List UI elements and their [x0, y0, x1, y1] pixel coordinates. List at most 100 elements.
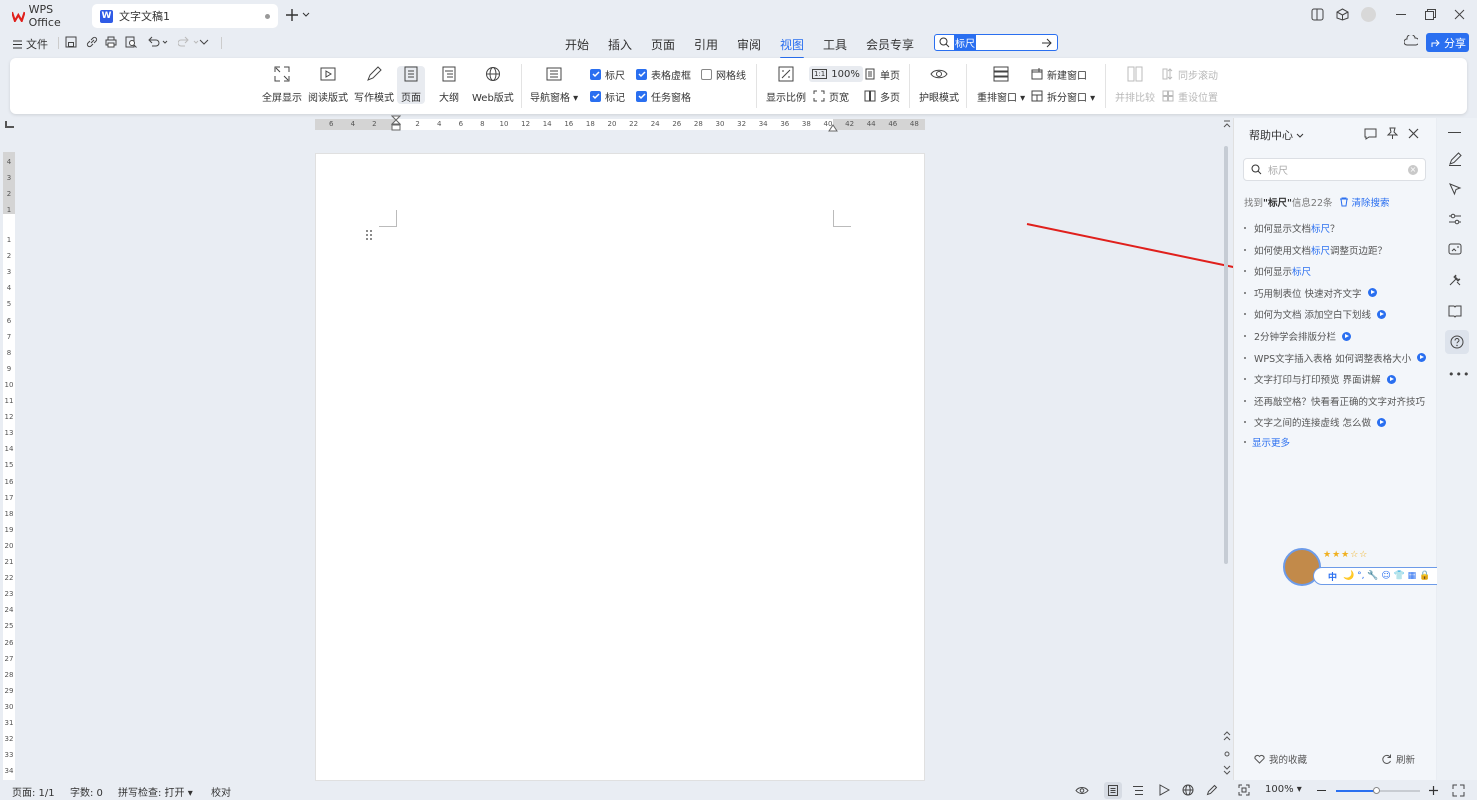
- layout-icon[interactable]: [1311, 8, 1324, 21]
- single-page-button[interactable]: 单页: [864, 66, 900, 82]
- right-indent-marker-icon[interactable]: [828, 124, 838, 132]
- help-search-input[interactable]: 标尺: [1268, 162, 1288, 177]
- clear-search-link[interactable]: 清除搜索: [1339, 195, 1390, 209]
- help-result-item[interactable]: 还再敲空格？快看看正确的文字对齐技巧: [1244, 394, 1425, 408]
- edit-icon[interactable]: [1448, 152, 1462, 166]
- gridlines-checkbox[interactable]: 网格线: [701, 66, 746, 82]
- ime-button-bar[interactable]: 中 🌙 °, 🔧 ☺ 👕 ▦ 🔒: [1313, 567, 1457, 585]
- tab-stop-selector[interactable]: [5, 121, 14, 128]
- new-tab-icon[interactable]: [286, 8, 310, 22]
- nav-pane-button[interactable]: 导航窗格 ▾: [530, 66, 578, 104]
- marks-checkbox[interactable]: 标记: [590, 88, 625, 104]
- ime-mode-label[interactable]: 中: [1328, 570, 1337, 583]
- arrow-right-icon[interactable]: [1042, 38, 1052, 48]
- help-result-item[interactable]: 2分钟学会排版分栏: [1244, 329, 1352, 343]
- undo-icon[interactable]: [147, 36, 169, 48]
- fullscreen-button[interactable]: 全屏显示: [262, 66, 302, 104]
- split-window-button[interactable]: 拆分窗口 ▾: [1031, 88, 1095, 104]
- tab-page[interactable]: 页面: [651, 36, 675, 53]
- scrollbar-thumb[interactable]: [1224, 146, 1228, 564]
- help-rail-button[interactable]: [1445, 330, 1469, 354]
- zoom-out-icon[interactable]: [1317, 790, 1326, 791]
- zoom-in-icon[interactable]: [1428, 785, 1439, 796]
- command-search-box[interactable]: 标尺: [934, 34, 1058, 51]
- eye-mode-button[interactable]: 护眼模式: [919, 66, 959, 104]
- eye-icon[interactable]: [1075, 785, 1089, 796]
- pen-icon[interactable]: [1206, 784, 1218, 796]
- refresh-button[interactable]: 刷新: [1381, 752, 1415, 766]
- clear-input-icon[interactable]: ×: [1408, 164, 1418, 175]
- vertical-scrollbar[interactable]: [1222, 118, 1231, 780]
- play-icon[interactable]: [1158, 784, 1170, 796]
- link-icon[interactable]: [86, 36, 98, 48]
- tab-view[interactable]: 视图: [780, 36, 805, 59]
- cloud-icon[interactable]: [1404, 35, 1418, 47]
- proofread-button[interactable]: 校对: [211, 784, 231, 799]
- pin-icon[interactable]: [1386, 127, 1398, 140]
- help-result-item[interactable]: 如何显示标尺: [1244, 264, 1311, 278]
- minimize-icon[interactable]: [1396, 14, 1406, 15]
- help-result-item[interactable]: 如何显示文档标尺？: [1244, 221, 1340, 235]
- ime-icons[interactable]: 🌙 °, 🔧 ☺ 👕 ▦ 🔒: [1343, 571, 1430, 581]
- vertical-ruler[interactable]: 4 3 2 1 1 2 3 4 5 6 7 8 9 10 11 12 13 14 15 16 17 18 19 20 21 22 2…: [3, 152, 15, 780]
- wps-office-tab[interactable]: WPS Office: [5, 3, 87, 29]
- zoom-slider-thumb[interactable]: [1373, 787, 1380, 794]
- web-layout-button[interactable]: Web版式: [472, 66, 514, 104]
- tab-references[interactable]: 引用: [694, 36, 718, 53]
- zoom-slider[interactable]: [1336, 787, 1420, 794]
- page-view-status-button[interactable]: [1104, 782, 1122, 799]
- help-center-title[interactable]: 帮助中心: [1249, 127, 1304, 143]
- zoom-level[interactable]: 100% ▾: [1265, 784, 1302, 795]
- zoom-100-button[interactable]: 1:1 100%: [809, 66, 863, 82]
- page-view-button[interactable]: 页面: [397, 66, 425, 104]
- reset-position-button[interactable]: 重设位置: [1162, 88, 1218, 104]
- help-search-field[interactable]: 标尺 ×: [1243, 158, 1426, 181]
- read-mode-button[interactable]: 阅读版式: [308, 66, 348, 104]
- write-mode-button[interactable]: 写作模式: [354, 66, 394, 104]
- help-result-item[interactable]: 文字之间的连接虚线 怎么做: [1244, 415, 1387, 429]
- page-count[interactable]: 页面: 1/1: [12, 784, 55, 799]
- save-icon[interactable]: [65, 36, 77, 48]
- tab-tools[interactable]: 工具: [823, 36, 847, 53]
- drag-handle-icon[interactable]: [365, 229, 373, 241]
- multi-page-button[interactable]: 多页: [864, 88, 900, 104]
- my-favorites-button[interactable]: 我的收藏: [1254, 752, 1307, 766]
- outline-view-icon[interactable]: [1132, 785, 1144, 796]
- tab-start[interactable]: 开始: [565, 36, 589, 53]
- more-icon[interactable]: •••: [1448, 368, 1470, 381]
- outline-button[interactable]: 大纲: [439, 66, 459, 104]
- share-button[interactable]: 分享: [1426, 33, 1469, 52]
- help-result-item[interactable]: 如何使用文档标尺调整页边距？: [1244, 243, 1387, 257]
- task-pane-checkbox[interactable]: 任务窗格: [636, 88, 691, 104]
- unsaved-dot-icon[interactable]: [265, 13, 270, 19]
- ruler-checkbox[interactable]: 标尺: [590, 66, 625, 82]
- horizontal-ruler[interactable]: 642 2 4 6 8 10 12 14 16 18 20 22 24 26 28 30 32 34 36 38 40…: [315, 115, 925, 132]
- page-nav-icon[interactable]: [1223, 730, 1231, 776]
- close-window-icon[interactable]: [1454, 9, 1465, 20]
- indent-marker-icon[interactable]: [391, 115, 401, 135]
- help-result-item[interactable]: WPS文字插入表格 如何调整表格大小: [1244, 351, 1427, 365]
- help-result-item[interactable]: 如何为文档 添加空白下划线: [1244, 307, 1387, 321]
- command-search-input[interactable]: 标尺: [954, 35, 976, 50]
- new-window-button[interactable]: 新建窗口: [1031, 66, 1087, 82]
- print-preview-icon[interactable]: [125, 36, 137, 48]
- file-menu[interactable]: 文件: [13, 36, 48, 52]
- tab-insert[interactable]: 插入: [608, 36, 632, 53]
- help-result-item[interactable]: 文字打印与打印预览 界面讲解: [1244, 372, 1396, 386]
- document-tab[interactable]: W 文字文稿1: [92, 4, 278, 28]
- help-result-item[interactable]: 巧用制表位 快速对齐文字: [1244, 286, 1377, 300]
- expand-icon[interactable]: [1452, 784, 1465, 797]
- scroll-top-icon[interactable]: [1223, 120, 1231, 130]
- zoom-button[interactable]: 显示比例: [766, 66, 806, 104]
- restore-icon[interactable]: [1425, 9, 1436, 20]
- side-by-side-button[interactable]: 并排比较: [1115, 66, 1155, 104]
- table-gridlines-checkbox[interactable]: 表格虚框: [636, 66, 691, 82]
- tab-membership[interactable]: 会员专享: [866, 36, 914, 53]
- globe-icon[interactable]: [1182, 784, 1194, 796]
- page-width-button[interactable]: 页宽: [813, 88, 849, 104]
- fit-page-icon[interactable]: [1238, 784, 1250, 796]
- chat-icon[interactable]: [1364, 128, 1377, 140]
- spell-check-status[interactable]: 拼写检查: 打开 ▾: [118, 784, 193, 799]
- user-avatar[interactable]: [1361, 7, 1376, 22]
- select-cursor-icon[interactable]: [1448, 182, 1462, 196]
